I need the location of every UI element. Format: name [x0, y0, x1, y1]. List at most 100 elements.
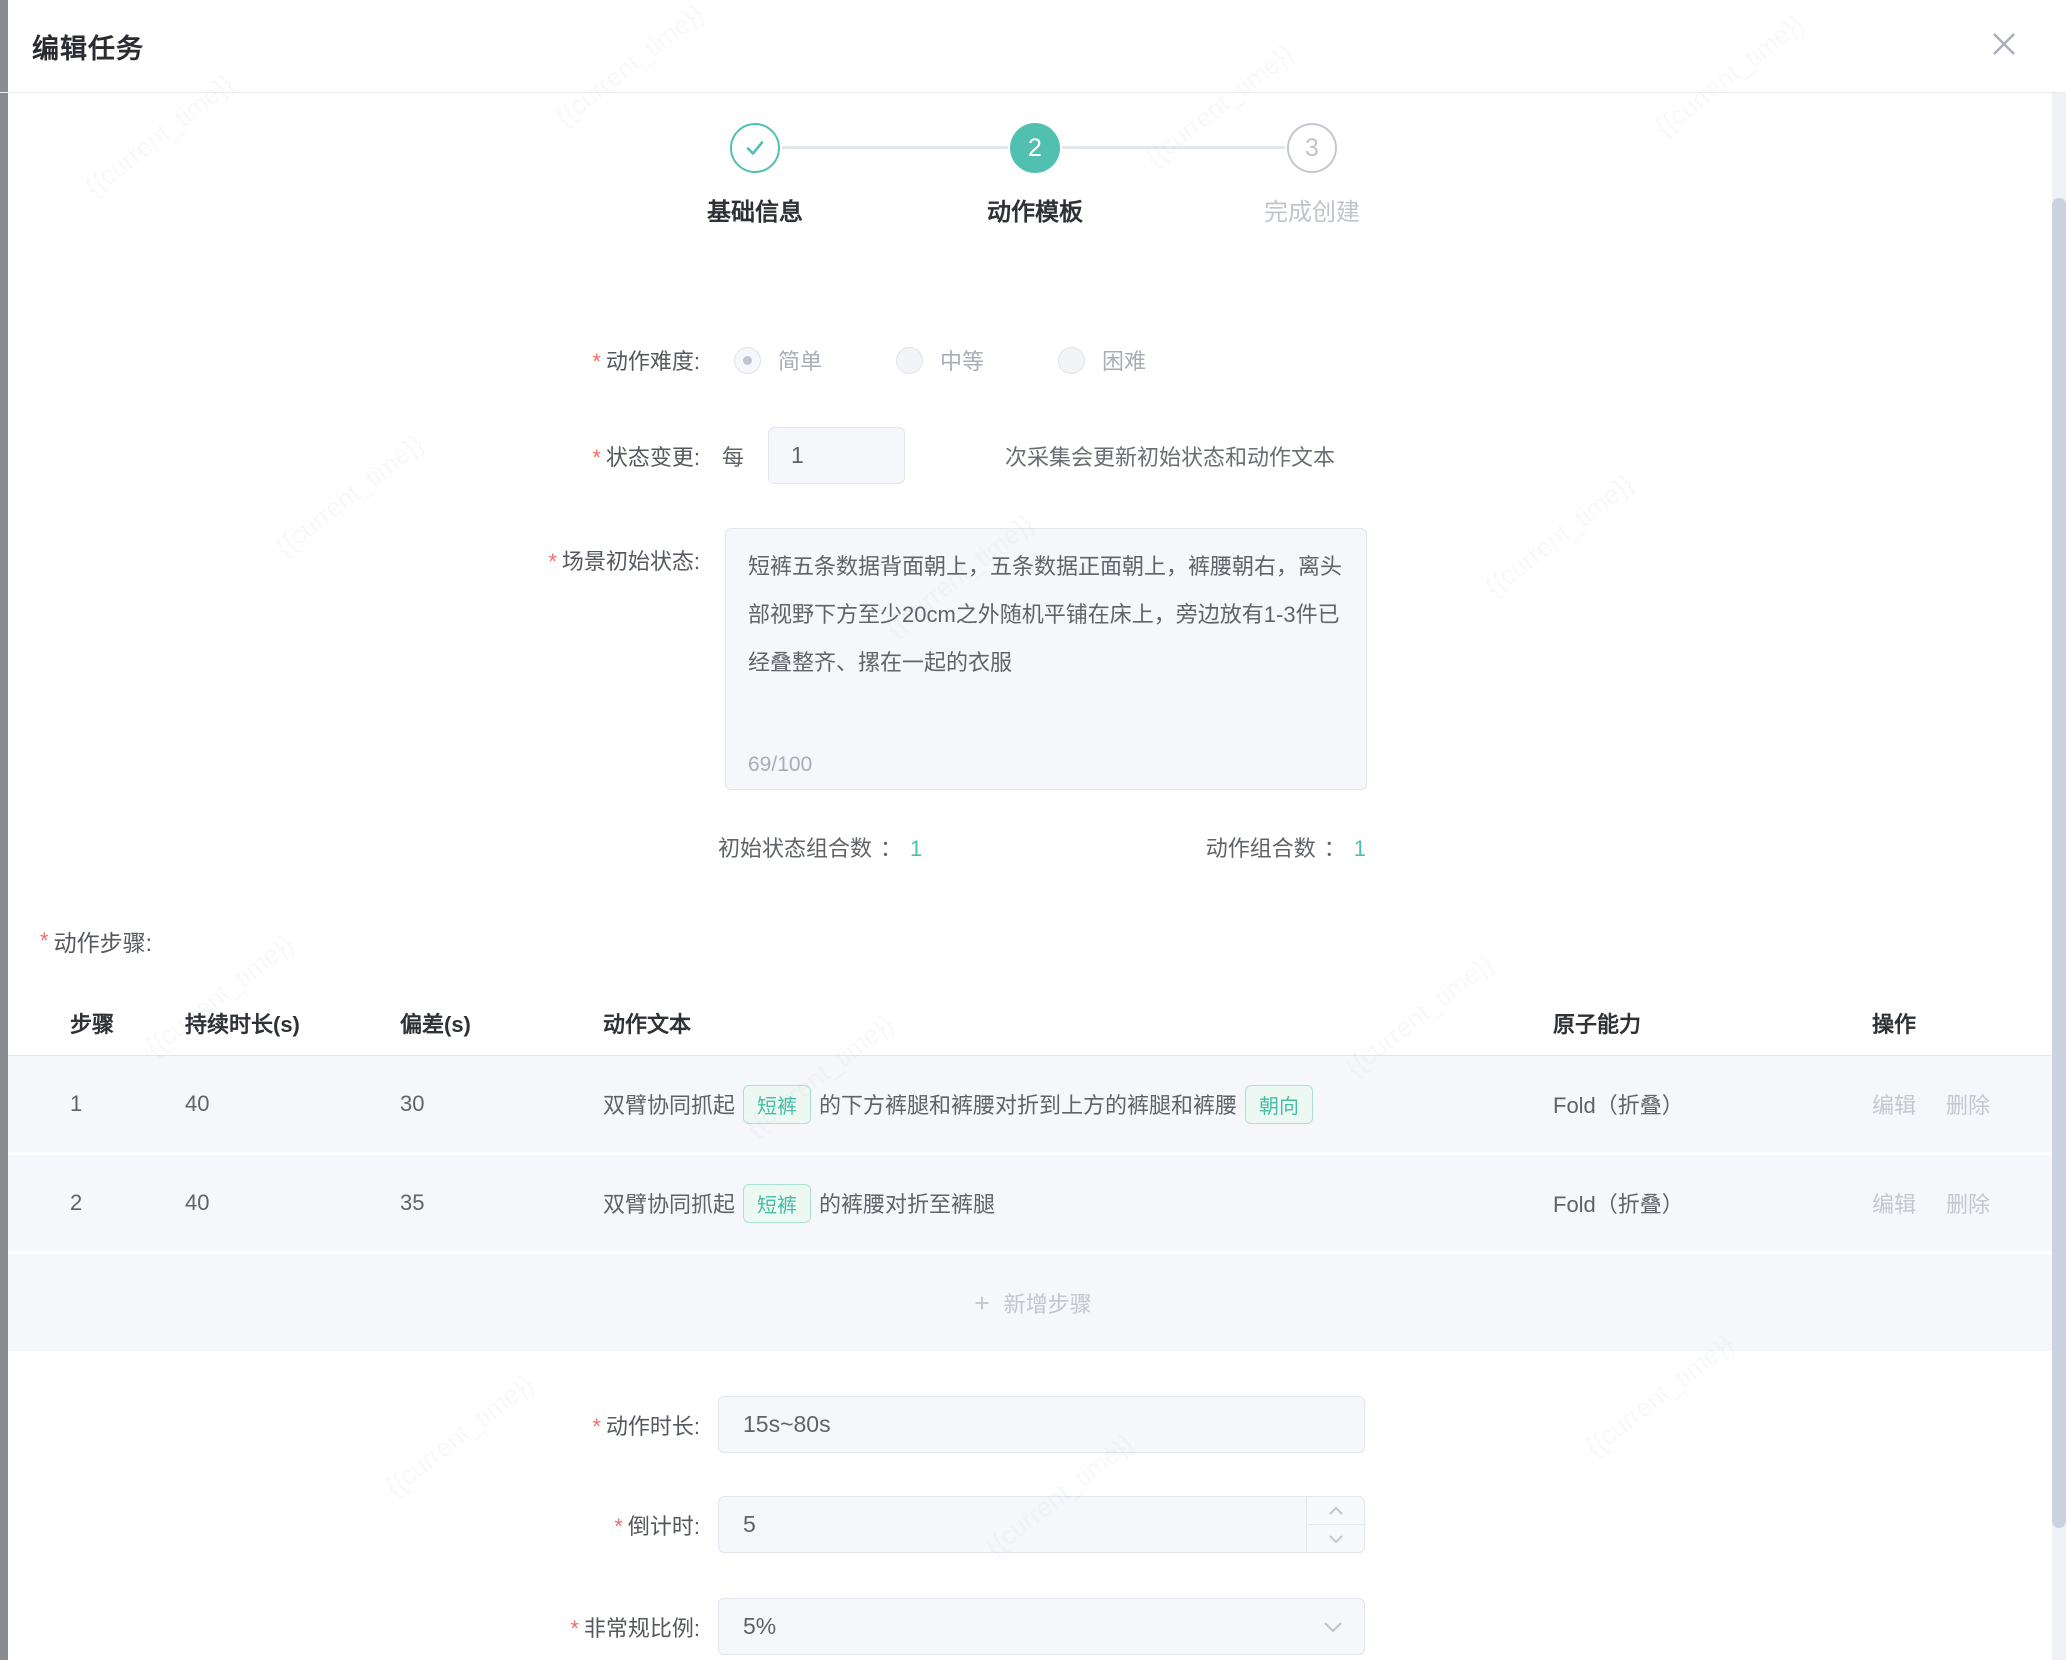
edit-link[interactable]: 编辑	[1872, 1088, 1916, 1120]
radio-easy[interactable]: 简单	[734, 344, 822, 376]
header-deviation: 偏差(s)	[400, 1007, 603, 1039]
label-text: 状态变更:	[606, 445, 700, 470]
plus-icon: +	[974, 1290, 989, 1316]
step-2-circle: 2	[1010, 123, 1060, 173]
state-change-row: *状态变更: 每 1 次采集会更新初始状态和动作文本	[0, 427, 2066, 484]
radio-circle	[896, 347, 923, 374]
dialog-title: 编辑任务	[32, 27, 144, 66]
close-button[interactable]	[1982, 22, 2026, 66]
initial-state-textarea[interactable]: 短裤五条数据背面朝上，五条数据正面朝上，裤腰朝右，离头部视野下方至少20cm之外…	[725, 528, 1367, 790]
action-text-cell: 双臂协同抓起短裤的裤腰对折至裤腿	[603, 1184, 1553, 1223]
row-actions: 编辑删除	[1872, 1088, 2066, 1120]
table-row: 14030双臂协同抓起短裤的下方裤腿和裤腰对折到上方的裤腿和裤腰朝向Fold（折…	[0, 1056, 2066, 1152]
close-icon	[1989, 29, 2019, 59]
step-1-label: 基础信息	[635, 192, 875, 227]
radio-medium[interactable]: 中等	[896, 344, 984, 376]
step-connector	[1062, 146, 1285, 149]
header-step: 步骤	[70, 1007, 185, 1039]
delete-link[interactable]: 删除	[1946, 1088, 1990, 1120]
select-chevron-down-icon	[1322, 1620, 1344, 1634]
action-steps-table: 步骤 持续时长(s) 偏差(s) 动作文本 原子能力 操作 14030双臂协同抓…	[0, 991, 2066, 1351]
table-header: 步骤 持续时长(s) 偏差(s) 动作文本 原子能力 操作	[0, 991, 2066, 1055]
step-wizard: 2 3 基础信息 动作模板 完成创建	[0, 93, 2066, 323]
step-number: 2	[1028, 134, 1042, 163]
required-marker: *	[570, 1616, 579, 1641]
label-text: 倒计时:	[628, 1514, 700, 1539]
header-ability: 原子能力	[1553, 1007, 1872, 1039]
initial-combo-value: 1	[910, 836, 922, 861]
scrollbar-thumb[interactable]	[2052, 198, 2066, 1528]
action-text: 双臂协同抓起	[603, 1187, 735, 1219]
input-value: 1	[791, 442, 804, 469]
input-value: 15s~80s	[743, 1411, 831, 1438]
label-text: 动作步骤:	[54, 924, 152, 958]
radio-label: 简单	[778, 344, 822, 376]
ability-cell: Fold（折叠）	[1553, 1088, 1872, 1120]
countdown-label: *倒计时:	[0, 1509, 700, 1541]
spinner-up-button[interactable]	[1307, 1497, 1364, 1525]
duration-cell: 40	[185, 1190, 400, 1216]
object-tag: 短裤	[743, 1184, 811, 1223]
separator: ：	[880, 836, 902, 861]
countdown-row: *倒计时: 5	[0, 1496, 2066, 1553]
duration-cell: 40	[185, 1091, 400, 1117]
difficulty-radio-group: 简单 中等 困难	[734, 344, 1146, 376]
required-marker: *	[548, 549, 557, 574]
action-combo: 动作组合数 ： 1	[1206, 831, 1366, 863]
unusual-ratio-select[interactable]: 5%	[718, 1598, 1365, 1655]
initial-combo-label: 初始状态组合数	[718, 836, 872, 861]
duration-input[interactable]: 15s~80s	[718, 1396, 1365, 1453]
chevron-up-icon	[1328, 1506, 1344, 1516]
difficulty-row: *动作难度: 简单 中等 困难	[0, 345, 2066, 375]
header-duration: 持续时长(s)	[185, 1007, 400, 1039]
input-value: 5	[743, 1511, 756, 1538]
action-text: 的下方裤腿和裤腰对折到上方的裤腿和裤腰	[819, 1088, 1237, 1120]
step-3-label: 完成创建	[1192, 192, 1432, 227]
separator: ：	[1324, 836, 1346, 861]
spinner-down-button[interactable]	[1307, 1525, 1364, 1552]
state-change-prefix: 每	[722, 440, 744, 472]
header-operations: 操作	[1872, 1007, 2066, 1039]
required-marker: *	[592, 445, 601, 470]
required-marker: *	[40, 928, 49, 954]
combos-row: 初始状态组合数 ： 1 动作组合数 ： 1	[0, 833, 2066, 861]
duration-row: *动作时长: 15s~80s	[0, 1396, 2066, 1453]
required-marker: *	[614, 1514, 623, 1539]
required-marker: *	[592, 349, 601, 374]
textarea-value: 短裤五条数据背面朝上，五条数据正面朝上，裤腰朝右，离头部视野下方至少20cm之外…	[748, 543, 1344, 687]
radio-hard[interactable]: 困难	[1058, 344, 1146, 376]
radio-circle	[734, 347, 761, 374]
step-1-circle	[730, 123, 780, 173]
chevron-down-icon	[1328, 1534, 1344, 1544]
steps-table-body: 14030双臂协同抓起短裤的下方裤腿和裤腰对折到上方的裤腿和裤腰朝向Fold（折…	[0, 1055, 2066, 1251]
number-spinner	[1306, 1497, 1364, 1552]
char-counter: 69/100	[748, 753, 812, 777]
state-change-suffix: 次采集会更新初始状态和动作文本	[1005, 440, 1335, 472]
ability-cell: Fold（折叠）	[1553, 1187, 1872, 1219]
scrollbar-track[interactable]	[2052, 93, 2066, 1660]
deviation-cell: 30	[400, 1091, 603, 1117]
action-text: 双臂协同抓起	[603, 1088, 735, 1120]
step-connector	[782, 146, 1008, 149]
step-number: 3	[1305, 134, 1319, 163]
step-cell: 1	[70, 1091, 185, 1117]
dialog-header: 编辑任务	[0, 0, 2066, 93]
initial-state-label: *场景初始状态:	[0, 528, 700, 576]
add-step-label: 新增步骤	[1004, 1287, 1092, 1319]
action-combo-value: 1	[1354, 836, 1366, 861]
action-steps-section-label: * 动作步骤:	[40, 925, 2066, 957]
radio-label: 中等	[940, 344, 984, 376]
unusual-ratio-row: *非常规比例: 5%	[0, 1598, 2066, 1655]
action-combo-label: 动作组合数	[1206, 836, 1316, 861]
edit-link[interactable]: 编辑	[1872, 1187, 1916, 1219]
label-text: 动作时长:	[606, 1414, 700, 1439]
action-text-cell: 双臂协同抓起短裤的下方裤腿和裤腰对折到上方的裤腿和裤腰朝向	[603, 1085, 1553, 1124]
state-change-input[interactable]: 1	[768, 427, 905, 484]
select-value: 5%	[743, 1613, 776, 1640]
add-step-button[interactable]: + 新增步骤	[0, 1251, 2066, 1351]
delete-link[interactable]: 删除	[1946, 1187, 1990, 1219]
countdown-input[interactable]: 5	[718, 1496, 1365, 1553]
step-cell: 2	[70, 1190, 185, 1216]
check-icon	[744, 137, 766, 159]
radio-label: 困难	[1102, 344, 1146, 376]
